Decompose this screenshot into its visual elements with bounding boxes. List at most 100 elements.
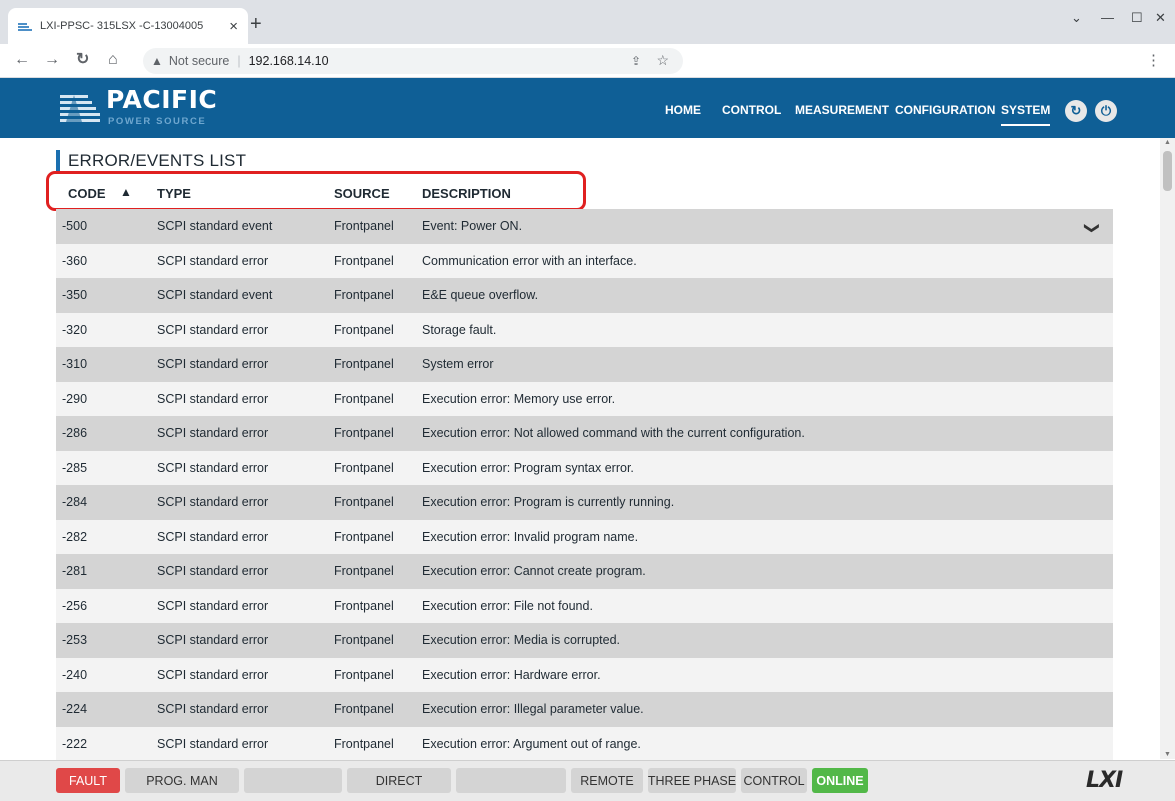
table-row[interactable]: -224 SCPI standard error Frontpanel Executi… xyxy=(56,692,1113,727)
cell-source: Frontpanel xyxy=(334,219,394,233)
logo-mark-icon xyxy=(60,95,100,122)
cell-description: Execution error: Memory use error. xyxy=(422,391,616,406)
cell-type: SCPI standard error xyxy=(157,391,269,406)
table-row[interactable]: -286 SCPI standard error Frontpanel Executi… xyxy=(56,416,1113,451)
cell-description: Event: Power ON. xyxy=(422,219,523,233)
cell-code: -224 xyxy=(62,702,88,716)
prog-man-indicator[interactable]: PROG. MAN xyxy=(125,768,239,793)
address-separator: | xyxy=(237,54,241,68)
table-row[interactable]: -282 SCPI standard error Frontpanel Executi… xyxy=(56,519,1113,554)
site-favicon-icon xyxy=(18,23,32,31)
table-row[interactable]: -320 SCPI standard error Frontpanel Storage… xyxy=(56,312,1113,347)
tab-close-icon[interactable]: × xyxy=(229,19,238,34)
table-row[interactable]: -310 SCPI standard error Frontpanel System … xyxy=(56,347,1113,382)
cell-source: Frontpanel xyxy=(334,564,394,578)
browser-tab[interactable]: LXI-PPSC- 315LSX -C-13004005 × xyxy=(8,8,248,44)
minimize-icon[interactable]: — xyxy=(1101,10,1114,25)
pacific-logo[interactable]: PACIFIC POWER SOURCE xyxy=(60,85,240,131)
direct-indicator[interactable]: DIRECT xyxy=(347,768,451,793)
cell-code: -253 xyxy=(62,633,88,647)
home-icon[interactable]: ⌂ xyxy=(108,52,118,68)
scroll-up-icon[interactable]: ▲ xyxy=(1164,139,1171,146)
cell-type: SCPI standard error xyxy=(157,426,269,440)
maximize-icon[interactable]: ☐ xyxy=(1131,10,1143,26)
power-icon[interactable]: ⏻ xyxy=(1095,100,1117,122)
table-row[interactable]: -281 SCPI standard error Frontpanel Executi… xyxy=(56,554,1113,589)
table-row[interactable]: -253 SCPI standard error Frontpanel Executi… xyxy=(56,623,1113,658)
forward-icon[interactable]: → xyxy=(44,52,60,68)
table-row[interactable]: -350 SCPI standard event Frontpanel E&E que… xyxy=(56,278,1113,313)
cell-description: Execution error: Illegal parameter value… xyxy=(422,702,644,716)
cell-description: Execution error: Program syntax error. xyxy=(422,460,634,475)
cell-type: SCPI standard error xyxy=(157,598,269,613)
cell-source: Frontpanel xyxy=(334,633,394,647)
address-bar[interactable]: ▲ Not secure | 192.168.14.10 ⇪ ☆ xyxy=(143,48,683,74)
control-indicator[interactable]: CONTROL xyxy=(741,768,807,793)
cell-type: SCPI standard error xyxy=(157,736,269,751)
scroll-down-icon[interactable]: ▼ xyxy=(1164,751,1171,758)
scrollbar-thumb[interactable] xyxy=(1163,151,1172,191)
menu-configuration[interactable]: CONFIGURATION xyxy=(895,103,995,117)
expand-chevron-icon[interactable]: ❯ xyxy=(1084,222,1102,235)
share-icon[interactable]: ⇪ xyxy=(631,54,641,68)
browser-menu-icon[interactable]: ⋮ xyxy=(1146,53,1161,68)
cell-code: -284 xyxy=(62,495,88,509)
cell-type: SCPI standard error xyxy=(157,529,269,544)
cell-type: SCPI standard error xyxy=(157,667,269,682)
cell-code: -286 xyxy=(62,426,88,440)
cell-type: SCPI standard error xyxy=(157,564,269,578)
back-icon[interactable]: ← xyxy=(14,52,30,68)
cell-code: -500 xyxy=(62,219,88,233)
cell-description: Communication error with an interface. xyxy=(422,253,637,268)
table-row[interactable]: -222 SCPI standard error Frontpanel Executi… xyxy=(56,726,1113,761)
brand-subtitle: POWER SOURCE xyxy=(108,116,207,127)
fault-indicator[interactable]: FAULT xyxy=(56,768,120,793)
cell-code: -350 xyxy=(62,288,88,302)
cell-type: SCPI standard error xyxy=(157,460,269,475)
cell-description: Execution error: File not found. xyxy=(422,598,593,613)
cell-source: Frontpanel xyxy=(334,702,394,716)
cell-description: Storage fault. xyxy=(422,322,497,337)
cell-description: System error xyxy=(422,357,494,371)
cell-type: SCPI standard error xyxy=(157,702,269,716)
scrollbar[interactable]: ▲ ▼ xyxy=(1160,138,1175,759)
lxi-logo: LXI xyxy=(1086,768,1123,793)
menu-measurement[interactable]: MEASUREMENT xyxy=(795,103,889,117)
tab-title: LXI-PPSC- 315LSX -C-13004005 xyxy=(40,20,204,32)
cell-source: Frontpanel xyxy=(334,391,394,406)
window-close-icon[interactable]: ✕ xyxy=(1155,10,1166,26)
refresh-icon[interactable]: ↻ xyxy=(1065,100,1087,122)
remote-indicator[interactable]: REMOTE xyxy=(571,768,643,793)
bookmark-star-icon[interactable]: ☆ xyxy=(656,52,669,69)
cell-code: -310 xyxy=(62,357,88,371)
cell-code: -240 xyxy=(62,667,88,682)
online-indicator[interactable]: ONLINE xyxy=(812,768,868,793)
address-url: 192.168.14.10 xyxy=(248,54,329,68)
menu-control[interactable]: CONTROL xyxy=(722,103,781,117)
reload-icon[interactable]: ↻ xyxy=(76,52,89,68)
cell-source: Frontpanel xyxy=(334,598,394,613)
table-row[interactable]: -284 SCPI standard error Frontpanel Executi… xyxy=(56,485,1113,520)
table-row[interactable]: -290 SCPI standard error Frontpanel Executi… xyxy=(56,381,1113,416)
cell-type: SCPI standard error xyxy=(157,495,269,509)
blank-indicator-2 xyxy=(456,768,566,793)
cell-type: SCPI standard event xyxy=(157,288,273,302)
brand-name: PACIFIC xyxy=(106,85,218,114)
table-row[interactable]: -256 SCPI standard error Frontpanel Executi… xyxy=(56,588,1113,623)
cell-code: -281 xyxy=(62,564,88,578)
cell-type: SCPI standard error xyxy=(157,357,269,371)
cell-source: Frontpanel xyxy=(334,426,394,440)
table-row[interactable]: -285 SCPI standard error Frontpanel Executi… xyxy=(56,450,1113,485)
cell-description: Execution error: Cannot create program. xyxy=(422,564,646,578)
cell-description: Execution error: Media is corrupted. xyxy=(422,633,621,647)
menu-home[interactable]: HOME xyxy=(665,103,701,117)
new-tab-icon[interactable]: + xyxy=(250,14,262,34)
table-row[interactable]: -360 SCPI standard error Frontpanel Communi… xyxy=(56,243,1113,278)
three-phase-indicator[interactable]: THREE PHASE xyxy=(648,768,736,793)
cell-source: Frontpanel xyxy=(334,253,394,268)
table-row[interactable]: -240 SCPI standard error Frontpanel Executi… xyxy=(56,657,1113,692)
menu-system[interactable]: SYSTEM xyxy=(1001,103,1051,126)
tab-search-icon[interactable]: ⌄ xyxy=(1071,10,1082,26)
address-bar-row: ← → ↻ ⌂ ▲ Not secure | 192.168.14.10 ⇪ ☆… xyxy=(0,44,1175,78)
table-row[interactable]: -500 SCPI standard event Frontpanel Event: … xyxy=(56,209,1113,244)
